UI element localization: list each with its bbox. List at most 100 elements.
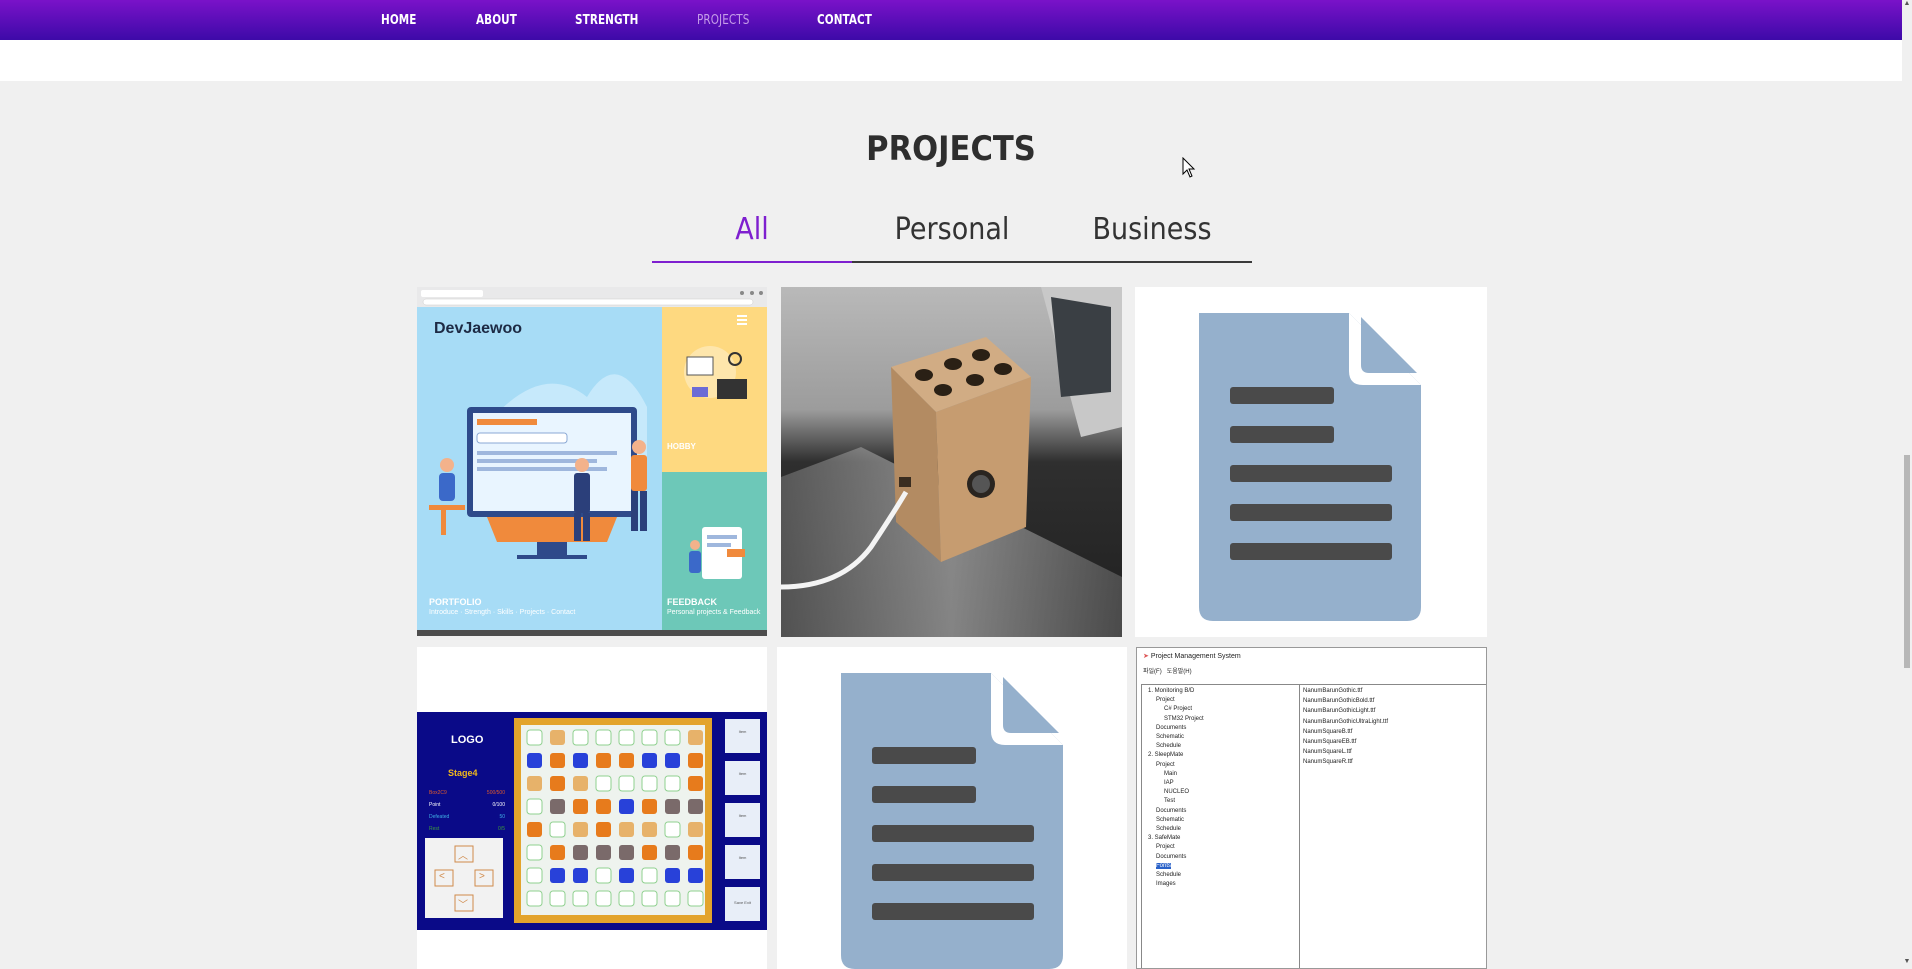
project-card-management-system[interactable]: ➤ Project Management System 파일(F) 도움말(H)… [1136, 647, 1487, 969]
pms-tree-item[interactable]: C# Project [1148, 705, 1300, 714]
game-tile [573, 776, 588, 791]
game-tile [596, 799, 611, 814]
tab-business[interactable]: Business [1062, 212, 1242, 247]
pms-file-item[interactable]: NanumBarunGothic.ttf [1303, 686, 1486, 696]
game-tile [688, 753, 703, 768]
game-dpad-right-icon[interactable]: > [479, 871, 485, 882]
project-card-device-photo[interactable] [781, 287, 1122, 637]
pms-tree-panel: 1. Monitoring B/D Project C# Project STM32 … [1141, 684, 1301, 968]
pms-tree-item[interactable]: Fonts [1148, 862, 1300, 871]
hobby-panel-title: HOBBY [667, 442, 696, 451]
game-dpad-down-icon[interactable]: ﹀ [458, 896, 468, 911]
game-tile [550, 799, 565, 814]
game-tile [618, 890, 635, 907]
game-tile [664, 775, 681, 792]
project-card-document-1[interactable] [1135, 287, 1487, 637]
page-scrollbar[interactable]: ▲ ▼ [1902, 0, 1912, 969]
pms-tree-item[interactable]: Schedule [1148, 742, 1300, 751]
pms-tree-item[interactable]: Schedule [1148, 871, 1300, 880]
game-tile [526, 844, 543, 861]
game-tile [687, 890, 704, 907]
project-card-puzzle-game[interactable]: LOGO Stage4 Box2C9 500/500 Point 0/100 Def… [417, 647, 767, 969]
game-dpad-up-icon[interactable]: ︿ [458, 847, 468, 862]
app-icon: ➤ [1143, 653, 1149, 660]
game-tile [573, 845, 588, 860]
game-tile [688, 730, 703, 745]
game-tile [619, 799, 634, 814]
game-tile [550, 868, 565, 883]
pms-tree-item[interactable]: Main [1148, 770, 1300, 779]
portfolio-panel-title: PORTFOLIO [429, 597, 482, 607]
pms-file-item[interactable]: NanumBarunGothicBold.ttf [1303, 696, 1486, 706]
game-tile [527, 753, 542, 768]
pms-file-item[interactable]: NanumSquareB.ttf [1303, 727, 1486, 737]
section-divider-band [0, 40, 1902, 81]
game-tile [641, 867, 658, 884]
pms-tree-item[interactable]: 3. SafeMate [1148, 834, 1300, 843]
pms-tree-item[interactable]: STM32 Project [1148, 715, 1300, 724]
game-tile [526, 729, 543, 746]
project-card-portfolio[interactable]: DevJaewoo PORTFOLIO Introduce · Strength… [417, 287, 767, 636]
pms-file-item[interactable]: NanumBarunGothicLight.ttf [1303, 706, 1486, 716]
pms-tree-item[interactable]: Project [1148, 761, 1300, 770]
game-tile [688, 868, 703, 883]
document-icon [1199, 313, 1421, 621]
game-tile [596, 845, 611, 860]
game-dpad-left-icon[interactable]: < [439, 871, 445, 882]
pms-file-item[interactable]: NanumSquareL.ttf [1303, 747, 1486, 757]
game-tile [688, 776, 703, 791]
game-side-button: Item [738, 813, 747, 818]
game-tile [572, 890, 589, 907]
game-side-button: Item [738, 771, 747, 776]
nav-strength-link[interactable]: STRENGTH [575, 12, 639, 28]
project-filter-tabs: All Personal Business [652, 208, 1252, 263]
mouse-cursor-icon [1182, 157, 1196, 178]
scroll-down-arrow-icon[interactable]: ▼ [1902, 958, 1912, 965]
pms-file-item[interactable]: NanumSquareR.ttf [1303, 757, 1486, 767]
pms-file-item[interactable]: NanumSquareEB.ttf [1303, 737, 1486, 747]
pms-tree-item[interactable]: 2. SleepMate [1148, 751, 1300, 760]
game-logo-text: LOGO [451, 734, 484, 746]
pms-tree-item[interactable]: Project [1148, 696, 1300, 705]
portfolio-panel-subtitle: Introduce · Strength · Skills · Projects… [429, 609, 576, 616]
nav-projects-link[interactable]: PROJECTS [697, 12, 749, 28]
pms-tree-item[interactable]: Schematic [1148, 816, 1300, 825]
pms-tree-item[interactable]: Documents [1148, 724, 1300, 733]
nav-contact-link[interactable]: CONTACT [817, 12, 872, 28]
pms-window-title: ➤ Project Management System [1143, 653, 1241, 660]
pms-tree-item[interactable]: Documents [1148, 853, 1300, 862]
game-tile [665, 799, 680, 814]
pms-tree-item[interactable]: NUCLEO [1148, 788, 1300, 797]
pms-tree-item[interactable]: Project [1148, 843, 1300, 852]
game-tile [549, 890, 566, 907]
pms-tree-item[interactable]: IAP [1148, 779, 1300, 788]
nav-home-link[interactable]: HOME [381, 12, 417, 28]
game-tile [596, 753, 611, 768]
game-tile [665, 753, 680, 768]
pms-tree-item[interactable]: Images [1148, 880, 1300, 889]
pms-tree-item[interactable]: 1. Monitoring B/D [1148, 687, 1300, 696]
game-tile [642, 845, 657, 860]
document-icon [841, 673, 1063, 969]
tab-all[interactable]: All [662, 212, 842, 247]
pms-tree-item[interactable]: Documents [1148, 807, 1300, 816]
project-card-document-2[interactable] [777, 647, 1127, 969]
pms-tree-item[interactable]: Test [1148, 797, 1300, 806]
tab-personal[interactable]: Personal [862, 212, 1042, 247]
game-tile [550, 776, 565, 791]
game-tile [665, 845, 680, 860]
game-tile [641, 729, 658, 746]
game-side-button: Item [738, 729, 747, 734]
scroll-up-arrow-icon[interactable]: ▲ [1902, 0, 1912, 7]
top-navbar: HOME ABOUT STRENGTH PROJECTS CONTACT [0, 0, 1902, 40]
feedback-panel-subtitle: Personal projects & Feedback [667, 609, 761, 616]
scrollbar-thumb[interactable] [1904, 455, 1910, 668]
nav-about-link[interactable]: ABOUT [476, 12, 517, 28]
game-tile [618, 775, 635, 792]
pms-tree-item[interactable]: Schematic [1148, 733, 1300, 742]
pms-file-panel: NanumBarunGothic.ttf NanumBarunGothicBold… [1299, 684, 1486, 968]
game-tile [595, 729, 612, 746]
pms-file-item[interactable]: NanumBarunGothicUltraLight.ttf [1303, 717, 1486, 727]
game-stats: Box2C9 500/500 Point 0/100 Defeated 50 Rest… [429, 790, 505, 832]
pms-tree-item[interactable]: Schedule [1148, 825, 1300, 834]
